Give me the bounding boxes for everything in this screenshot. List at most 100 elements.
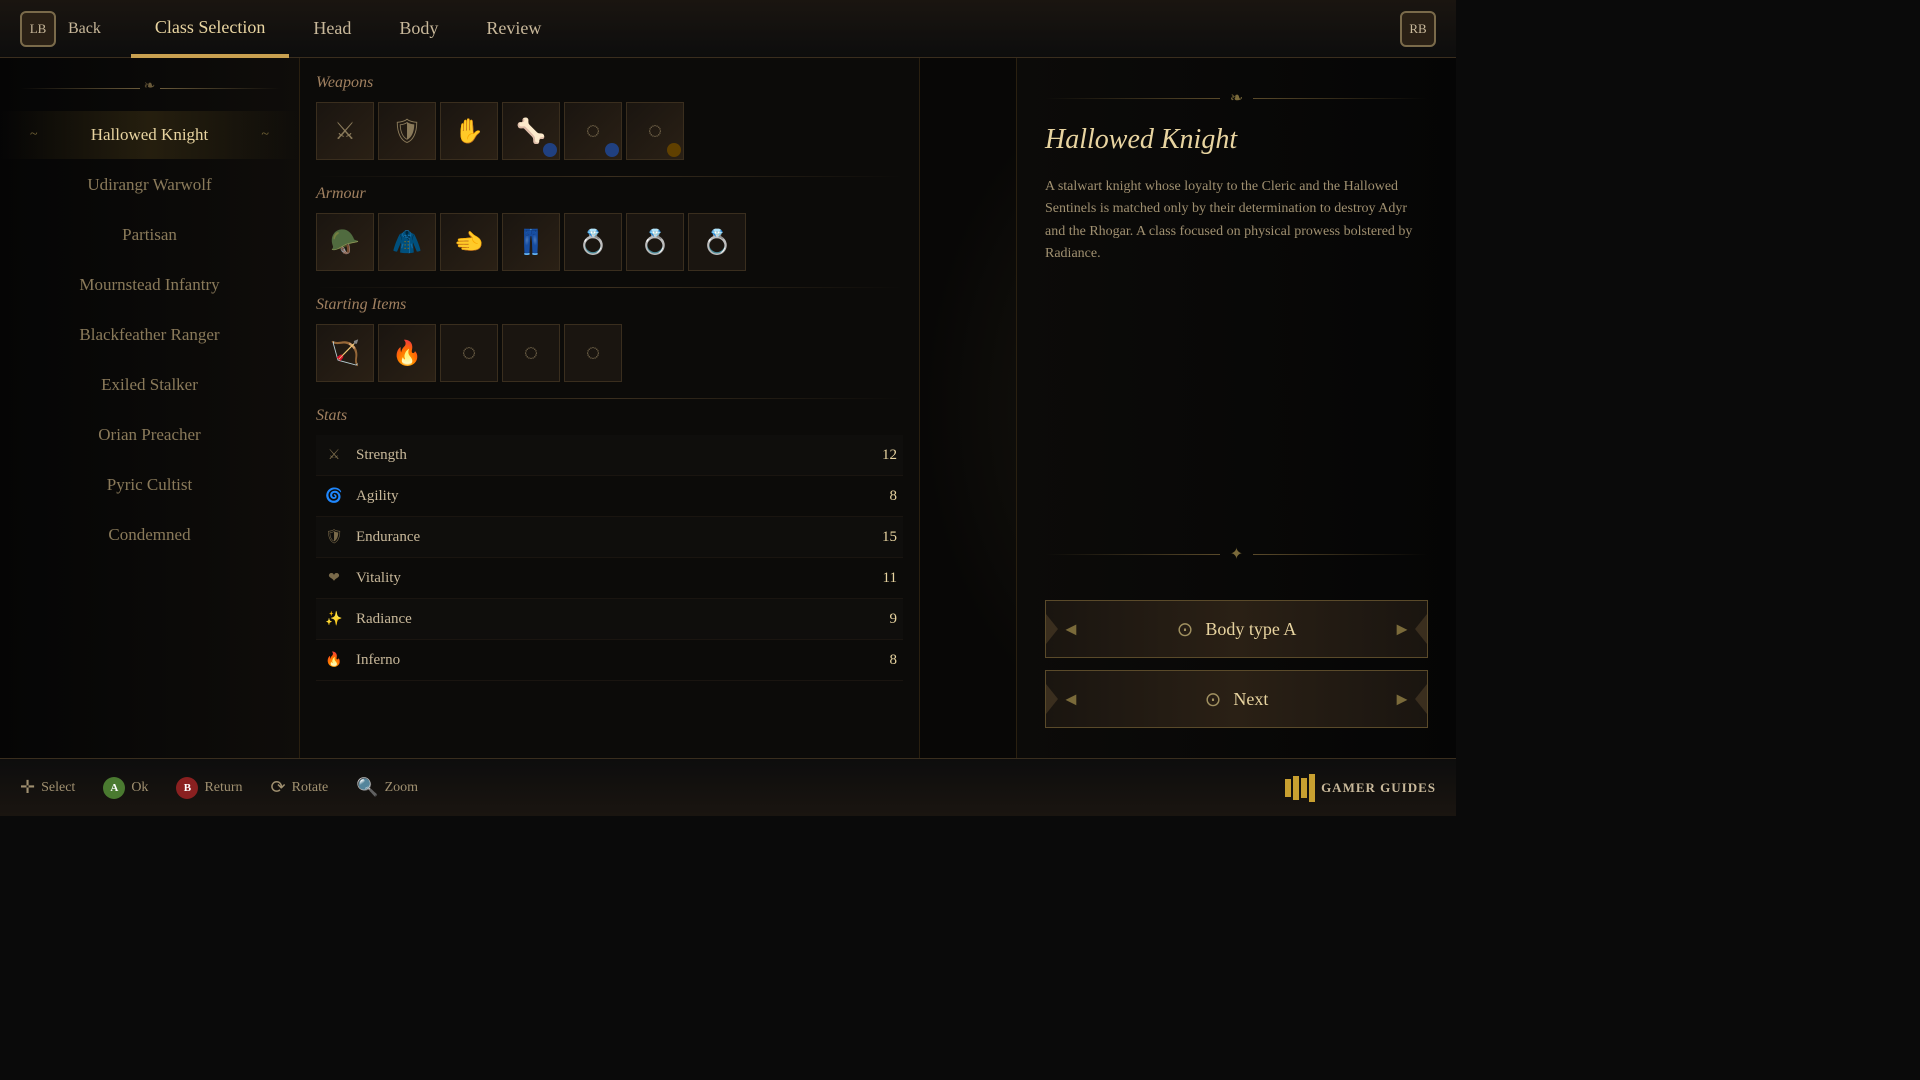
class-item-exiled[interactable]: Exiled Stalker xyxy=(0,361,299,409)
radiance-label: Radiance xyxy=(356,611,857,628)
nav-body[interactable]: Body xyxy=(375,0,462,58)
sidebar: ❧ Hallowed Knight Udirangr Warwolf Parti… xyxy=(0,58,300,758)
shield-icon: 🛡 xyxy=(392,117,422,146)
armour-slot-7[interactable]: 💍 xyxy=(688,213,746,271)
armour-grid: 🪖 🧥 🫲 👖 💍 💍 💍 xyxy=(316,213,903,271)
vitality-icon: ❤ xyxy=(322,566,346,590)
stats-list: ⚔ Strength 12 🌀 Agility 8 🛡 Endurance 15… xyxy=(316,435,903,681)
a-button[interactable]: A xyxy=(103,777,125,799)
starting-item-3[interactable]: ◌ xyxy=(440,324,498,382)
back-button[interactable]: Back xyxy=(68,20,101,38)
class-item-mournstead[interactable]: Mournstead Infantry xyxy=(0,261,299,309)
weapons-grid: ⚔ 🛡 ✋ 🦴 ◌ ◌ xyxy=(316,102,903,160)
class-item-pyric[interactable]: Pyric Cultist xyxy=(0,461,299,509)
body-type-button[interactable]: ◄ ⊙ Body type A ► xyxy=(1045,600,1428,658)
starting-items-grid: 🏹 🔥 ◌ ◌ ◌ xyxy=(316,324,903,382)
logo-bars xyxy=(1285,774,1315,802)
armour-slot-6[interactable]: 💍 xyxy=(626,213,684,271)
empty-item-4: ◌ xyxy=(524,340,538,367)
starting-item-1[interactable]: 🏹 xyxy=(316,324,374,382)
endurance-icon: 🛡 xyxy=(322,525,346,549)
stat-row-strength: ⚔ Strength 12 xyxy=(316,435,903,476)
divider-2 xyxy=(316,287,903,288)
endurance-value: 15 xyxy=(867,529,897,546)
gamer-guides-logo: GAMER GUIDES xyxy=(1285,774,1436,802)
info-description: A stalwart knight whose loyalty to the C… xyxy=(1045,176,1428,528)
stat-row-agility: 🌀 Agility 8 xyxy=(316,476,903,517)
helm-icon: 🪖 xyxy=(330,228,360,257)
endurance-label: Endurance xyxy=(356,529,857,546)
ok-action: A Ok xyxy=(103,777,148,799)
rotate-icon: ⟳ xyxy=(271,777,286,798)
starting-item-4[interactable]: ◌ xyxy=(502,324,560,382)
radiance-value: 9 xyxy=(867,611,897,628)
select-action: ✛ Select xyxy=(20,777,75,798)
armour-slot-2[interactable]: 🧥 xyxy=(378,213,436,271)
stat-row-endurance: 🛡 Endurance 15 xyxy=(316,517,903,558)
agility-value: 8 xyxy=(867,488,897,505)
starting-item-5[interactable]: ◌ xyxy=(564,324,622,382)
class-item-hallowed-knight[interactable]: Hallowed Knight xyxy=(0,111,299,159)
weapons-title: Weapons xyxy=(316,74,903,92)
divider-3 xyxy=(316,398,903,399)
zoom-action: 🔍 Zoom xyxy=(356,777,418,798)
select-label: Select xyxy=(41,780,75,796)
inferno-icon: 🔥 xyxy=(322,648,346,672)
next-button[interactable]: ◄ ⊙ Next ► xyxy=(1045,670,1428,728)
b-button[interactable]: B xyxy=(176,777,198,799)
weapon-slot-3[interactable]: ✋ xyxy=(440,102,498,160)
stat-row-vitality: ❤ Vitality 11 xyxy=(316,558,903,599)
badge-blue xyxy=(543,143,557,157)
inferno-value: 8 xyxy=(867,652,897,669)
rb-button[interactable]: RB xyxy=(1400,11,1436,47)
logo-bar-2 xyxy=(1293,776,1299,800)
stat-row-radiance: ✨ Radiance 9 xyxy=(316,599,903,640)
strength-label: Strength xyxy=(356,447,857,464)
zoom-label: Zoom xyxy=(385,780,418,796)
weapon-slot-4[interactable]: 🦴 xyxy=(502,102,560,160)
armour-slot-5[interactable]: 💍 xyxy=(564,213,622,271)
weapon-slot-6[interactable]: ◌ xyxy=(626,102,684,160)
class-item-partisan[interactable]: Partisan xyxy=(0,211,299,259)
weapon-slot-2[interactable]: 🛡 xyxy=(378,102,436,160)
agility-label: Agility xyxy=(356,488,857,505)
rotate-label: Rotate xyxy=(292,780,329,796)
gauntlet-icon: ✋ xyxy=(454,117,484,146)
ring-icon-3: 💍 xyxy=(702,228,732,257)
gloves-icon: 🫲 xyxy=(454,228,484,257)
weapon-slot-5[interactable]: ◌ xyxy=(564,102,622,160)
crossbow-icon: 🏹 xyxy=(330,339,360,368)
nav-review[interactable]: Review xyxy=(462,0,565,58)
class-item-orian[interactable]: Orian Preacher xyxy=(0,411,299,459)
empty-item-3: ◌ xyxy=(462,340,476,367)
class-item-condemned[interactable]: Condemned xyxy=(0,511,299,559)
zoom-icon: 🔍 xyxy=(356,777,378,798)
weapon-slot-1[interactable]: ⚔ xyxy=(316,102,374,160)
badge-blue-2 xyxy=(605,143,619,157)
next-right-arrow: ► xyxy=(1393,689,1411,710)
class-item-blackfeather[interactable]: Blackfeather Ranger xyxy=(0,311,299,359)
ring-icon-2: 💍 xyxy=(640,228,670,257)
legs-icon: 👖 xyxy=(516,228,546,257)
logo-bar-4 xyxy=(1309,774,1315,802)
class-list: Hallowed Knight Udirangr Warwolf Partisa… xyxy=(0,111,299,559)
starting-item-2[interactable]: 🔥 xyxy=(378,324,436,382)
bottom-bar: ✛ Select A Ok B Return ⟳ Rotate 🔍 Zoom G… xyxy=(0,758,1456,816)
body-type-left-arrow: ◄ xyxy=(1062,619,1080,640)
divider-1 xyxy=(316,176,903,177)
armour-title: Armour xyxy=(316,185,903,203)
logo-bar-1 xyxy=(1285,779,1291,797)
nav-head[interactable]: Head xyxy=(289,0,375,58)
radiance-icon: ✨ xyxy=(322,607,346,631)
nav-class-selection[interactable]: Class Selection xyxy=(131,0,290,58)
armour-slot-4[interactable]: 👖 xyxy=(502,213,560,271)
agility-icon: 🌀 xyxy=(322,484,346,508)
top-nav: LB Back Class Selection Head Body Review… xyxy=(0,0,1456,58)
info-action-buttons: ◄ ⊙ Body type A ► ◄ ⊙ Next ► xyxy=(1045,600,1428,728)
armour-slot-3[interactable]: 🫲 xyxy=(440,213,498,271)
armour-slot-1[interactable]: 🪖 xyxy=(316,213,374,271)
chest-icon: 🧥 xyxy=(392,228,422,257)
lb-button[interactable]: LB xyxy=(20,11,56,47)
next-label: Next xyxy=(1233,689,1268,710)
class-item-udirangr[interactable]: Udirangr Warwolf xyxy=(0,161,299,209)
